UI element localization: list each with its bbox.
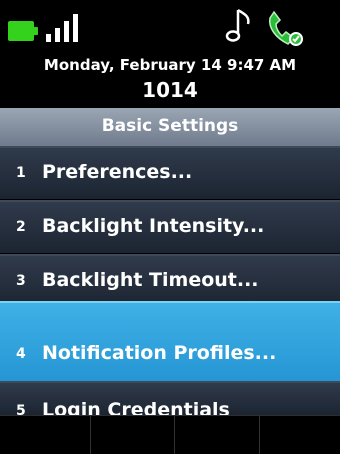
softkey-4[interactable] xyxy=(260,416,340,454)
softkey-1[interactable] xyxy=(0,416,91,454)
menu-item-backlight-intensity[interactable]: 2 Backlight Intensity... xyxy=(0,200,340,253)
menu-item-label: Login Credentials xyxy=(42,399,230,415)
date-time-display: Monday, February 14 9:47 AM xyxy=(43,56,297,74)
softkey-3[interactable] xyxy=(175,416,260,454)
menu-item-preferences[interactable]: 1 Preferences... xyxy=(0,146,340,199)
menu-item-label: Backlight Intensity... xyxy=(42,215,265,237)
menu-item-number: 3 xyxy=(16,273,26,289)
extension-number: 1014 xyxy=(142,78,198,102)
status-bar xyxy=(0,0,340,50)
menu-item-number: 5 xyxy=(16,403,26,415)
menu-item-label: Preferences... xyxy=(42,161,193,183)
music-note-icon xyxy=(225,8,250,42)
page-title: Basic Settings xyxy=(0,108,340,146)
phone-handset-icon xyxy=(268,10,303,46)
menu-item-login-credentials[interactable]: 5 Login Credentials xyxy=(0,381,340,415)
menu-item-label: Notification Profiles... xyxy=(42,342,277,364)
phone-header: Monday, February 14 9:47 AM 1014 xyxy=(0,50,340,108)
softkey-bar xyxy=(0,415,340,454)
menu-item-number: 1 xyxy=(16,165,26,181)
menu-item-number: 4 xyxy=(16,346,26,362)
softkey-2[interactable] xyxy=(91,416,175,454)
battery-icon xyxy=(8,21,34,41)
menu-item-number: 2 xyxy=(16,219,26,235)
menu-item-notification-profiles[interactable]: 4 Notification Profiles... xyxy=(0,301,340,381)
menu-item-label: Backlight Timeout... xyxy=(42,269,259,291)
menu-item-backlight-timeout[interactable]: 3 Backlight Timeout... xyxy=(0,254,340,307)
battery-tip xyxy=(34,27,38,35)
signal-bars-icon xyxy=(44,12,88,42)
